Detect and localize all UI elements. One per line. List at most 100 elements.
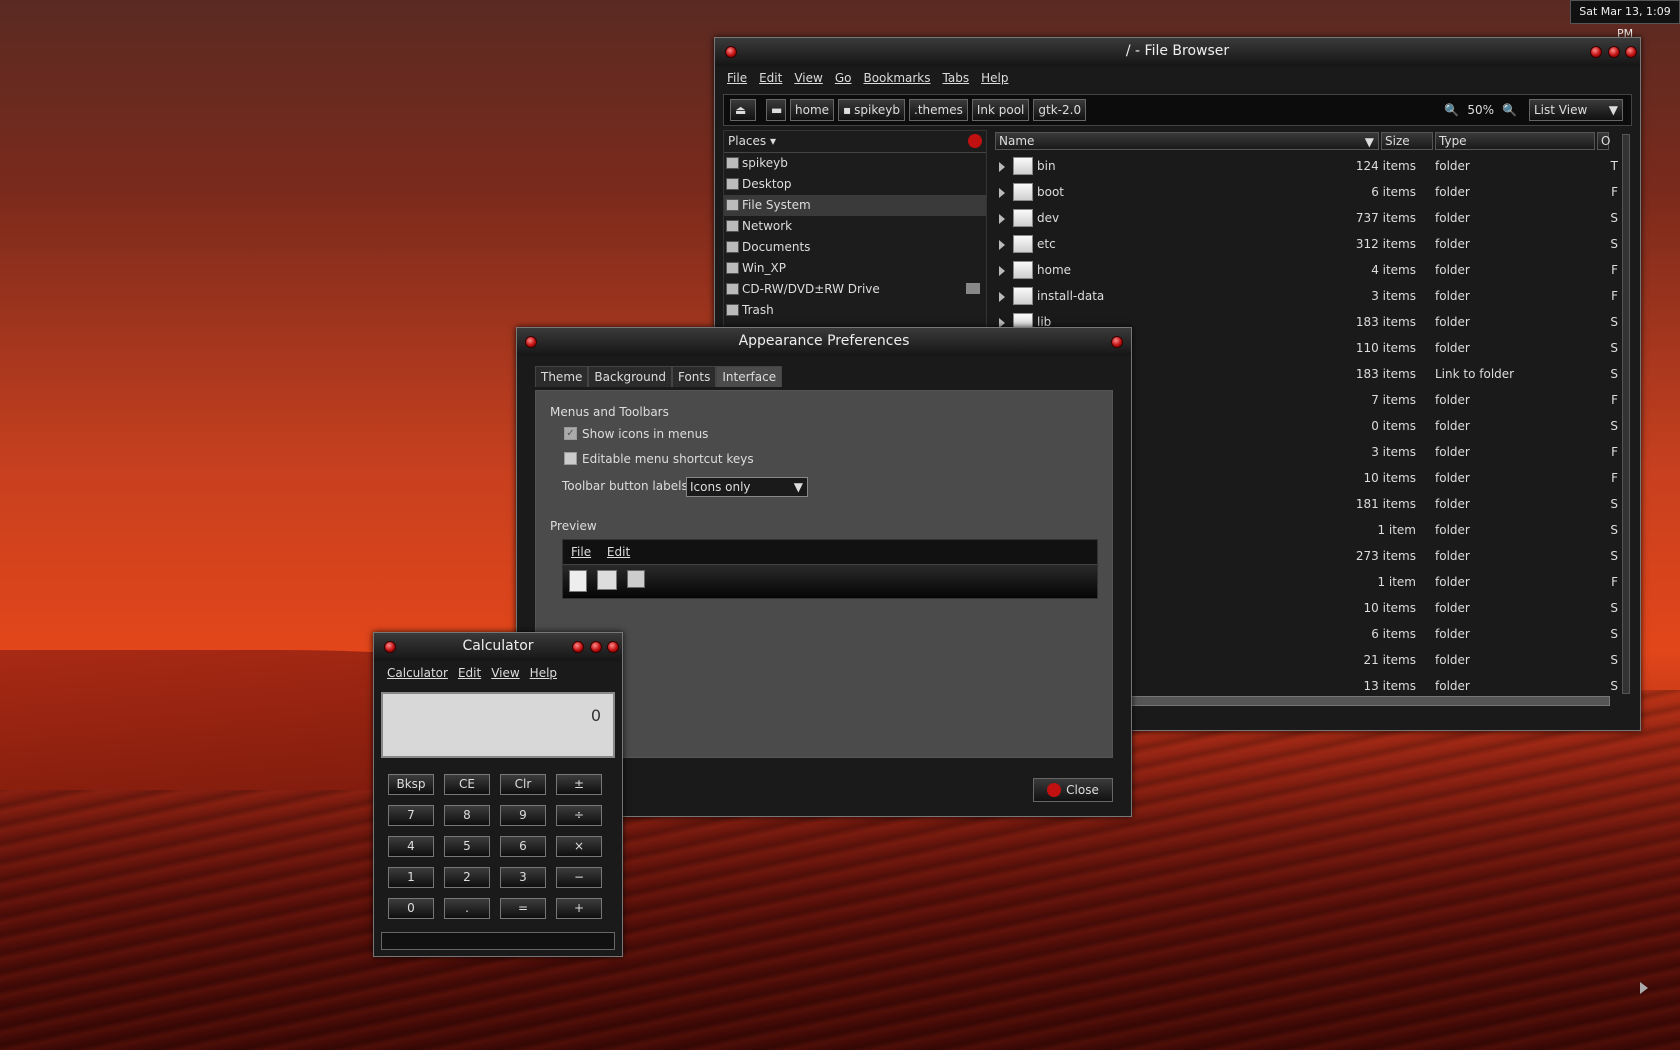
place-network[interactable]: Network bbox=[724, 216, 986, 237]
calc-key[interactable]: CE bbox=[444, 774, 490, 795]
calc-key[interactable]: 8 bbox=[444, 805, 490, 826]
expander-icon[interactable] bbox=[999, 292, 1005, 302]
maximize-icon[interactable] bbox=[1608, 46, 1620, 58]
toolbar-labels-select[interactable]: Icons only ▼ bbox=[686, 477, 808, 497]
expander-icon[interactable] bbox=[999, 214, 1005, 224]
table-row[interactable]: install-data 3 items folder F bbox=[995, 284, 1618, 310]
close-button[interactable]: Close bbox=[1033, 778, 1113, 802]
path-home[interactable]: home bbox=[790, 99, 835, 121]
show-icons-label[interactable]: Show icons in menus bbox=[582, 427, 708, 441]
place-desktop[interactable]: Desktop bbox=[724, 174, 986, 195]
window-menu-icon[interactable] bbox=[384, 641, 396, 653]
column-type[interactable]: Type bbox=[1435, 132, 1595, 150]
minimize-icon[interactable] bbox=[1590, 46, 1602, 58]
table-row[interactable]: etc 312 items folder S bbox=[995, 232, 1618, 258]
tab-fonts[interactable]: Fonts bbox=[671, 366, 717, 387]
expander-icon[interactable] bbox=[999, 240, 1005, 250]
menu-file[interactable]: File bbox=[721, 71, 753, 85]
appearance-titlebar[interactable]: Appearance Preferences bbox=[517, 328, 1131, 356]
calc-key[interactable]: 7 bbox=[388, 805, 434, 826]
menu-bookmarks[interactable]: Bookmarks bbox=[857, 71, 936, 85]
file-other: S bbox=[1610, 237, 1618, 251]
calc-key[interactable]: Bksp bbox=[388, 774, 434, 795]
expander-icon[interactable] bbox=[999, 188, 1005, 198]
editable-shortcuts-label[interactable]: Editable menu shortcut keys bbox=[582, 452, 754, 466]
calc-key[interactable]: + bbox=[556, 898, 602, 919]
toggle-location-button[interactable]: ⏏ bbox=[730, 99, 756, 121]
clock[interactable]: Sat Mar 13, 1:09 PM bbox=[1570, 0, 1680, 40]
calc-key[interactable]: 2 bbox=[444, 867, 490, 888]
table-row[interactable]: dev 737 items folder S bbox=[995, 206, 1618, 232]
zoom-in-icon[interactable]: 🔍 bbox=[1502, 103, 1517, 117]
scroll-arrow-icon bbox=[1640, 982, 1648, 994]
expander-icon[interactable] bbox=[999, 266, 1005, 276]
path-gtk[interactable]: gtk-2.0 bbox=[1033, 99, 1087, 121]
tab-interface[interactable]: Interface bbox=[716, 366, 783, 387]
close-icon[interactable] bbox=[1625, 46, 1637, 58]
table-row[interactable]: boot 6 items folder F bbox=[995, 180, 1618, 206]
window-menu-icon[interactable] bbox=[725, 46, 737, 58]
close-icon[interactable] bbox=[607, 641, 619, 653]
close-icon[interactable] bbox=[1111, 336, 1123, 348]
path-spikeyb[interactable]: ▪ spikeyb bbox=[838, 99, 905, 121]
calc-key[interactable]: ± bbox=[556, 774, 602, 795]
editable-shortcuts-checkbox[interactable] bbox=[564, 452, 577, 465]
expander-icon[interactable] bbox=[999, 162, 1005, 172]
menu-tabs[interactable]: Tabs bbox=[937, 71, 976, 85]
calc-key[interactable]: 6 bbox=[500, 836, 546, 857]
column-name[interactable]: Name ▼ bbox=[995, 132, 1379, 150]
menu-view[interactable]: View bbox=[788, 71, 828, 85]
places-header[interactable]: Places ▾ bbox=[724, 131, 986, 153]
calc-key[interactable]: Clr bbox=[500, 774, 546, 795]
calc-key[interactable]: = bbox=[500, 898, 546, 919]
place-spikeyb[interactable]: spikeyb bbox=[724, 153, 986, 174]
minimize-icon[interactable] bbox=[572, 641, 584, 653]
view-selector[interactable]: List View ▼ bbox=[1529, 99, 1623, 121]
place-file-system[interactable]: File System bbox=[724, 195, 986, 216]
menu-view[interactable]: View bbox=[486, 666, 524, 680]
file-browser-titlebar[interactable]: / - File Browser bbox=[715, 38, 1640, 66]
zoom-out-icon[interactable]: 🔍 bbox=[1444, 103, 1459, 117]
calc-key[interactable]: 9 bbox=[500, 805, 546, 826]
menu-edit[interactable]: Edit bbox=[753, 71, 788, 85]
place-win-xp[interactable]: Win_XP bbox=[724, 258, 986, 279]
window-menu-icon[interactable] bbox=[525, 336, 537, 348]
place-trash[interactable]: Trash bbox=[724, 300, 986, 321]
eject-icon[interactable] bbox=[966, 283, 980, 294]
tab-theme[interactable]: Theme bbox=[535, 366, 589, 387]
calc-key[interactable]: . bbox=[444, 898, 490, 919]
column-other[interactable]: O bbox=[1597, 132, 1610, 150]
calc-key[interactable]: × bbox=[556, 836, 602, 857]
menu-help[interactable]: Help bbox=[525, 666, 562, 680]
calc-key[interactable]: ÷ bbox=[556, 805, 602, 826]
calculator-titlebar[interactable]: Calculator bbox=[374, 633, 622, 661]
show-icons-checkbox[interactable]: ✓ bbox=[564, 427, 577, 440]
zoom-level[interactable]: 50% bbox=[1463, 103, 1498, 117]
calc-key[interactable]: 3 bbox=[500, 867, 546, 888]
menu-edit[interactable]: Edit bbox=[453, 666, 486, 680]
close-sidebar-icon[interactable] bbox=[968, 134, 982, 148]
calc-key[interactable]: − bbox=[556, 867, 602, 888]
calc-key[interactable]: 4 bbox=[388, 836, 434, 857]
table-row[interactable]: bin 124 items folder T bbox=[995, 154, 1618, 180]
file-type: folder bbox=[1435, 263, 1470, 277]
maximize-icon[interactable] bbox=[590, 641, 602, 653]
place-cd-drive[interactable]: CD-RW/DVD±RW Drive bbox=[724, 279, 986, 300]
root-path-button[interactable]: ▬ bbox=[766, 99, 786, 121]
calc-key[interactable]: 0 bbox=[388, 898, 434, 919]
menu-calculator[interactable]: Calculator bbox=[382, 666, 453, 680]
calc-key[interactable]: 1 bbox=[388, 867, 434, 888]
table-row[interactable]: home 4 items folder F bbox=[995, 258, 1618, 284]
calculator-display[interactable]: 0 bbox=[381, 692, 615, 758]
path-themes[interactable]: .themes bbox=[909, 99, 968, 121]
vertical-scrollbar[interactable] bbox=[1622, 134, 1630, 694]
menu-go[interactable]: Go bbox=[829, 71, 858, 85]
file-size: 4 items bbox=[1371, 263, 1416, 277]
place-documents[interactable]: Documents bbox=[724, 237, 986, 258]
menu-help[interactable]: Help bbox=[975, 71, 1014, 85]
path-inkpool[interactable]: Ink pool bbox=[971, 99, 1030, 121]
column-size[interactable]: Size bbox=[1381, 132, 1433, 150]
calc-key[interactable]: 5 bbox=[444, 836, 490, 857]
tab-background[interactable]: Background bbox=[588, 366, 672, 387]
file-type: folder bbox=[1435, 237, 1470, 251]
